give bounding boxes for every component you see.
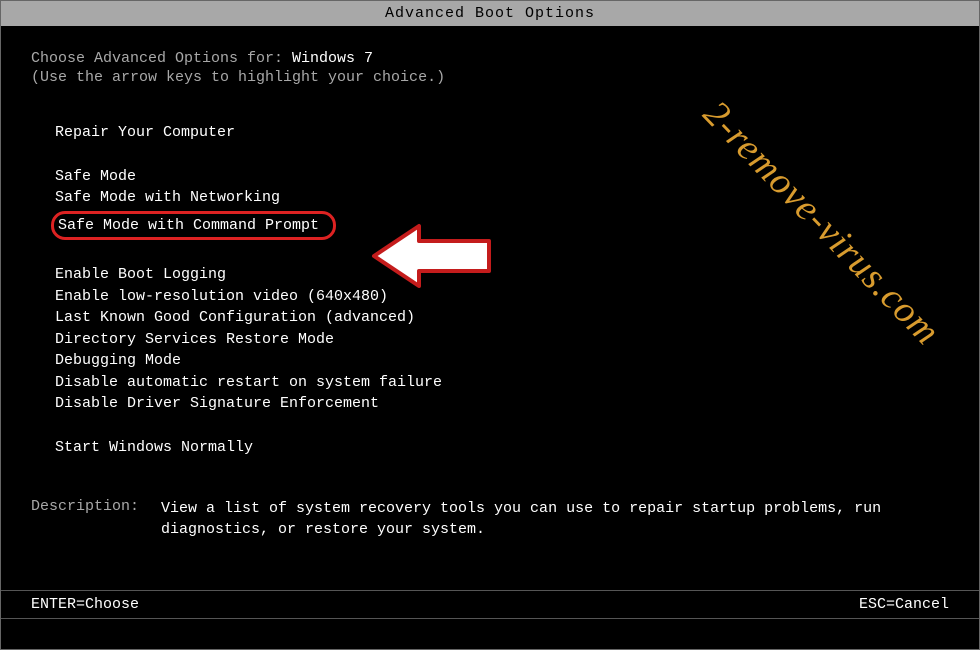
option-safe-mode-cmd[interactable]: Safe Mode with Command Prompt bbox=[51, 211, 336, 241]
option-safe-mode[interactable]: Safe Mode bbox=[51, 166, 140, 188]
screen-title: Advanced Boot Options bbox=[385, 5, 595, 22]
os-name: Windows 7 bbox=[292, 50, 373, 67]
keyhint-footer: ENTER=Choose ESC=Cancel bbox=[1, 590, 979, 619]
description-text: View a list of system recovery tools you… bbox=[161, 498, 949, 540]
content-area: Choose Advanced Options for: Windows 7 (… bbox=[1, 26, 979, 540]
description-block: Description: View a list of system recov… bbox=[31, 498, 949, 540]
prompt-line: Choose Advanced Options for: Windows 7 bbox=[31, 50, 949, 67]
menu-section-advanced: Enable Boot Logging Enable low-resolutio… bbox=[31, 264, 949, 415]
option-last-known-good[interactable]: Last Known Good Configuration (advanced) bbox=[51, 307, 419, 329]
keyhint-esc: ESC=Cancel bbox=[859, 596, 949, 613]
boot-screen: Advanced Boot Options Choose Advanced Op… bbox=[0, 0, 980, 650]
option-ds-restore-mode[interactable]: Directory Services Restore Mode bbox=[51, 329, 338, 351]
hint-line: (Use the arrow keys to highlight your ch… bbox=[31, 69, 949, 86]
menu-section-repair: Repair Your Computer bbox=[31, 122, 949, 144]
option-start-normally[interactable]: Start Windows Normally bbox=[51, 437, 257, 459]
menu-section-safemode: Safe Mode Safe Mode with Networking Safe… bbox=[31, 166, 949, 243]
prompt-prefix: Choose Advanced Options for: bbox=[31, 50, 292, 67]
option-repair-computer[interactable]: Repair Your Computer bbox=[51, 122, 239, 144]
option-safe-mode-networking[interactable]: Safe Mode with Networking bbox=[51, 187, 284, 209]
titlebar: Advanced Boot Options bbox=[1, 1, 979, 26]
option-boot-logging[interactable]: Enable Boot Logging bbox=[51, 264, 230, 286]
option-low-res-video[interactable]: Enable low-resolution video (640x480) bbox=[51, 286, 392, 308]
menu-section-normal: Start Windows Normally bbox=[31, 437, 949, 459]
option-debugging-mode[interactable]: Debugging Mode bbox=[51, 350, 185, 372]
keyhint-enter: ENTER=Choose bbox=[31, 596, 139, 613]
option-disable-driver-sig[interactable]: Disable Driver Signature Enforcement bbox=[51, 393, 383, 415]
description-label: Description: bbox=[31, 498, 161, 540]
option-disable-auto-restart[interactable]: Disable automatic restart on system fail… bbox=[51, 372, 446, 394]
